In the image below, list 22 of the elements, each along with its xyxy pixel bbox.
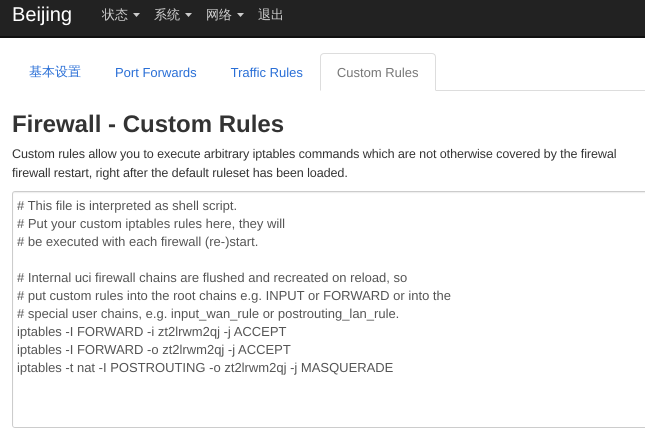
menu-item[interactable]: 网络 xyxy=(206,6,244,24)
code-line: # put custom rules into the root chains e.g. INPUT or FORWARD or into the xyxy=(17,287,452,305)
page-title: Firewall - Custom Rules xyxy=(12,111,286,139)
code-line: # This file is interpreted as shell script. xyxy=(17,197,238,215)
tab[interactable]: Custom Rules xyxy=(320,53,436,91)
code-line: # special user chains, e.g. input_wan_rule or postrouting_lan_rule. xyxy=(17,305,400,323)
brand-link[interactable]: Beijing xyxy=(12,4,72,26)
menu-item[interactable]: 系统 xyxy=(154,6,192,24)
menu-item[interactable]: 退出 xyxy=(258,6,284,24)
code-line: iptables -t nat -I POSTROUTING -o zt2lrwm2qj -j MASQUERADE xyxy=(17,359,394,377)
caret-icon xyxy=(185,13,192,17)
description-text: firewall restart, right after the default ruleset has been loaded. xyxy=(12,165,349,182)
caret-icon xyxy=(133,13,140,17)
code-line: # Internal uci firewall chains are flushed and recreated on reload, so xyxy=(17,269,408,287)
code-line: iptables -I FORWARD -o zt2lrwm2qj -j ACCEPT xyxy=(17,341,292,359)
menu-item[interactable]: 状态 xyxy=(102,6,140,24)
code-line: # be executed with each firewall (re-)start. xyxy=(17,233,260,251)
caret-icon xyxy=(237,13,244,17)
rules-editor[interactable] xyxy=(12,191,645,428)
description-text: Custom rules allow you to execute arbitrary iptables commands which are not otherwise covered by the firewal xyxy=(12,146,618,163)
code-line: # Put your custom iptables rules here, they will xyxy=(17,215,286,233)
code-line: iptables -I FORWARD -i zt2lrwm2qj -j ACCEPT xyxy=(17,323,288,341)
